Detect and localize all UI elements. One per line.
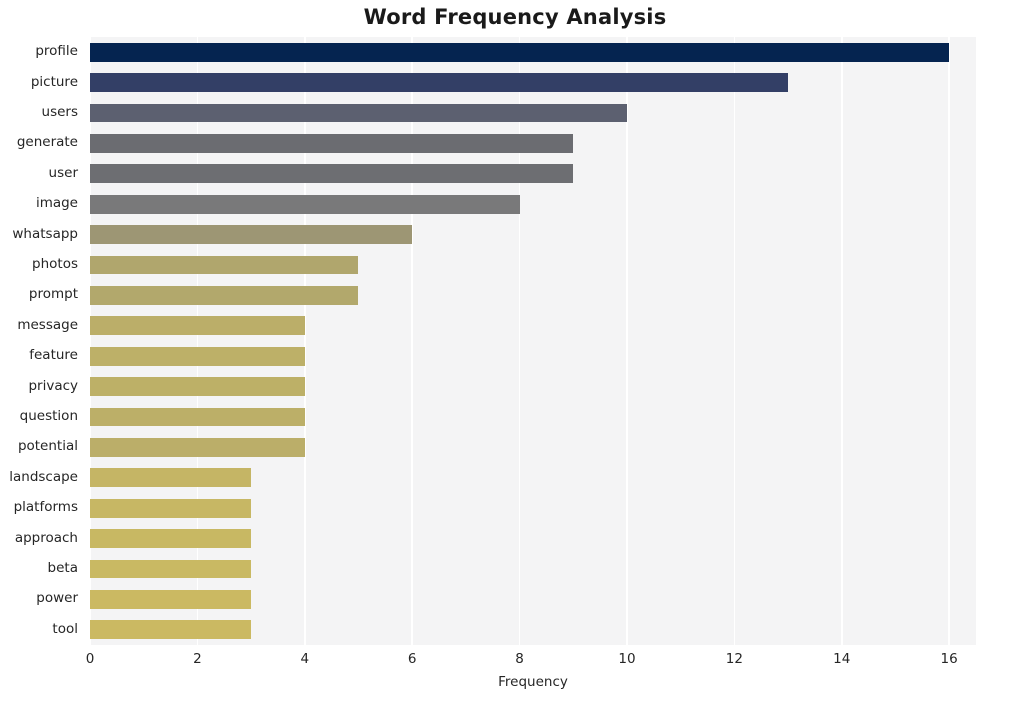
y-tick-label-platforms: platforms [13, 499, 78, 516]
bar-row [90, 529, 976, 549]
bar-row [90, 103, 976, 123]
y-tick-label-generate: generate [16, 134, 78, 151]
bar-image [90, 194, 520, 214]
x-tick-label-14: 14 [833, 651, 851, 667]
bar-privacy [90, 377, 305, 397]
bar-user [90, 164, 574, 184]
x-tick-label-12: 12 [725, 651, 743, 667]
y-tick-label-tool: tool [52, 620, 78, 637]
bar-landscape [90, 468, 252, 488]
x-tick-label-6: 6 [407, 651, 417, 667]
bar-photos [90, 255, 359, 275]
bar-row [90, 498, 976, 518]
y-tick-label-whatsapp: whatsapp [12, 225, 78, 242]
y-tick-label-users: users [41, 104, 78, 120]
y-tick-label-feature: feature [29, 347, 78, 364]
y-tick-label-privacy: privacy [28, 377, 78, 394]
y-tick-label-message: message [17, 316, 78, 333]
y-tick-label-photos: photos [32, 256, 78, 272]
bar-row [90, 73, 976, 93]
y-tick-label-question: question [19, 408, 78, 424]
bar-row [90, 42, 976, 62]
x-tick-label-8: 8 [515, 651, 524, 667]
x-tick-label-0: 0 [85, 651, 95, 667]
y-axis-tick-labels: profile picture users generate user image what… [0, 37, 84, 645]
bars-container [90, 37, 976, 645]
x-axis-title: Frequency [498, 674, 568, 690]
bar-picture [90, 73, 789, 93]
bar-row [90, 255, 976, 275]
y-tick-label-user: user [48, 164, 78, 181]
x-axis-tick-labels: 0 2 4 6 8 10 12 14 16 [86, 645, 976, 673]
x-tick-label-2: 2 [193, 651, 202, 667]
bar-row [90, 437, 976, 457]
bar-row [90, 133, 976, 153]
chart-figure: Word Frequency Analysis profile picture us… [0, 0, 1030, 701]
bar-row [90, 468, 976, 488]
bar-platforms [90, 498, 252, 518]
bar-question [90, 407, 305, 427]
x-tick-label-4: 4 [300, 651, 310, 667]
bar-beta [90, 559, 252, 579]
y-tick-label-profile: profile [35, 43, 78, 60]
y-tick-label-potential: potential [17, 438, 78, 455]
bar-row [90, 559, 976, 579]
y-tick-label-power: power [36, 590, 78, 607]
bar-row [90, 194, 976, 214]
x-tick-label-16: 16 [940, 651, 958, 667]
x-tick-label-10: 10 [618, 651, 636, 667]
y-tick-label-picture: picture [30, 73, 78, 90]
bar-message [90, 316, 305, 336]
y-tick-label-image: image [35, 195, 78, 212]
bar-row [90, 346, 976, 366]
bar-feature [90, 346, 305, 366]
y-tick-label-prompt: prompt [28, 286, 78, 303]
bar-row [90, 316, 976, 336]
y-tick-label-beta: beta [47, 560, 78, 576]
plot-area [90, 37, 976, 645]
bar-row [90, 164, 976, 184]
bar-row [90, 225, 976, 245]
bar-row [90, 620, 976, 640]
bar-row [90, 407, 976, 427]
y-tick-label-landscape: landscape [9, 468, 78, 485]
bar-row [90, 589, 976, 609]
bar-prompt [90, 285, 359, 305]
bar-tool [90, 620, 252, 640]
bar-whatsapp [90, 225, 413, 245]
bar-row [90, 377, 976, 397]
bar-profile [90, 42, 950, 62]
bar-power [90, 589, 252, 609]
bar-users [90, 103, 627, 123]
bar-approach [90, 529, 252, 549]
chart-title: Word Frequency Analysis [363, 5, 667, 29]
bar-row [90, 285, 976, 305]
bar-potential [90, 437, 305, 457]
bar-generate [90, 133, 574, 153]
y-tick-label-approach: approach [14, 529, 78, 546]
